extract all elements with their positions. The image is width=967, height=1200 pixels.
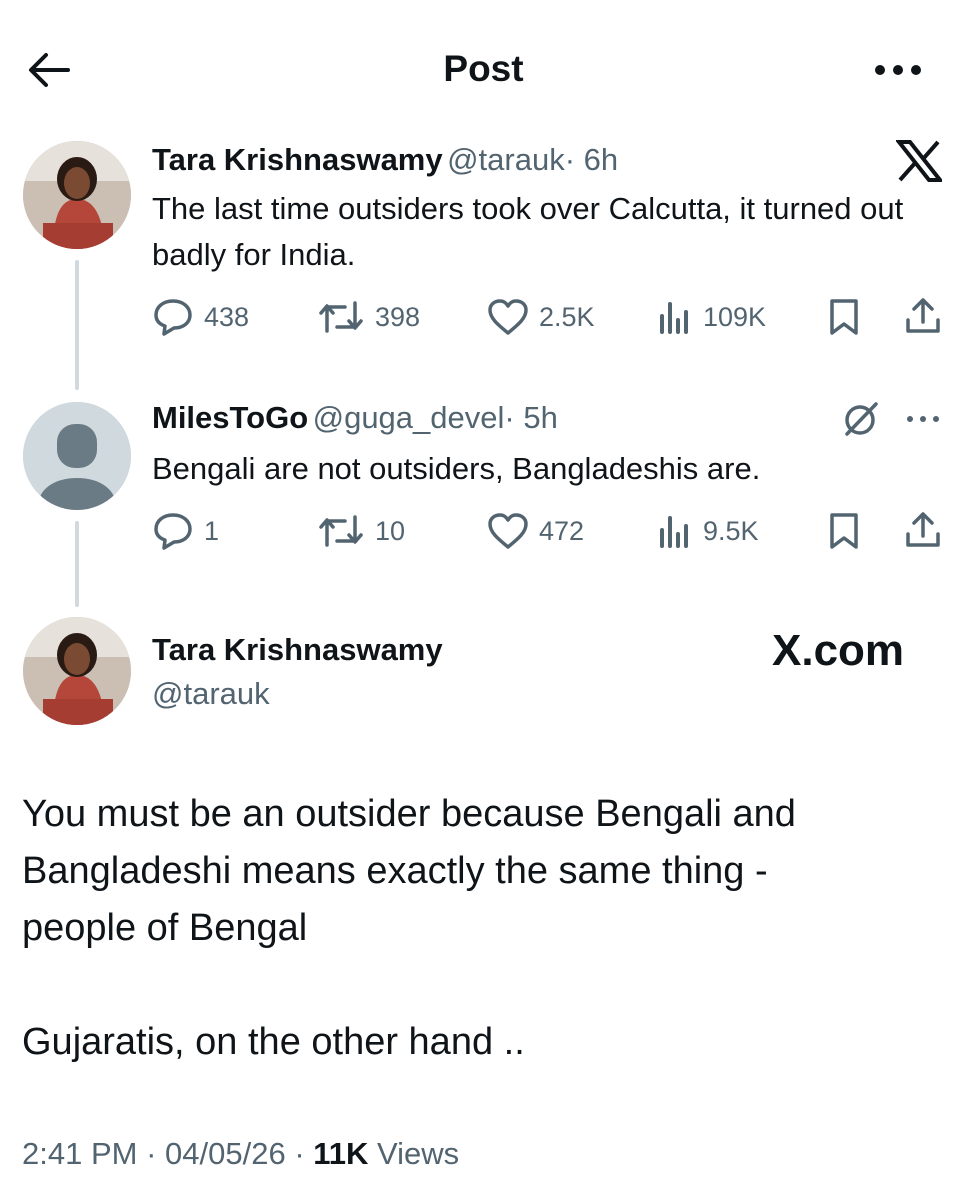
reply-icon [154,299,192,336]
more-horizontal-icon [875,65,921,75]
retweet-icon [319,515,363,547]
post-text: You must be an outsider because Bengali … [22,793,796,1063]
author-name[interactable]: MilesToGo [152,400,308,435]
reply-button[interactable]: 438 [152,298,249,336]
bookmark-button[interactable] [828,298,860,336]
action-bar: 1 10 472 9.5K [152,510,942,554]
retweet-count: 398 [375,301,421,332]
share-icon [906,512,940,547]
retweet-count: 10 [375,515,406,546]
more-horizontal-icon [907,416,939,422]
views-count: 9.5K [703,515,759,546]
heart-icon [488,513,528,549]
brand-logo: X.com [772,626,905,675]
post-text: The last time outsiders took over Calcut… [152,191,904,272]
retweet-button[interactable]: 398 [317,298,420,336]
heart-icon [488,299,528,335]
page-title: Post [443,48,524,89]
like-button[interactable]: 472 [487,512,584,550]
author-handle[interactable]: @tarauk [447,142,565,177]
thread-line [75,260,79,390]
views-count: 11K [313,1136,369,1171]
author-name[interactable]: Tara Krishnaswamy [152,632,443,668]
author-handle[interactable]: @guga_devel [313,400,505,435]
avatar[interactable] [23,617,131,725]
more-options-button[interactable] [904,412,942,426]
author-handle[interactable]: @tarauk [152,676,270,712]
reply-button[interactable]: 1 [152,512,219,550]
reply-count: 1 [204,515,220,546]
like-button[interactable]: 2.5K [487,298,595,336]
more-options-button[interactable] [872,58,924,82]
profile-photo-icon [23,141,131,249]
reply-icon [154,513,192,550]
post-time: · 5h [504,400,558,435]
views-count: 109K [703,301,767,332]
retweet-icon [319,301,363,333]
post-time: · 6h [564,142,619,177]
analytics-icon [660,302,688,334]
post-date: 04/05/26 [165,1136,286,1171]
views-button[interactable]: 9.5K [657,512,759,550]
action-bar: 438 398 2.5K 109K [152,296,942,340]
profile-photo-icon [23,617,131,725]
bookmark-icon [830,513,858,549]
like-count: 2.5K [539,301,595,332]
bookmark-button[interactable] [828,512,860,550]
retweet-button[interactable]: 10 [317,512,405,550]
post-text: Bengali are not outsiders, Bangladeshis … [152,451,761,486]
like-count: 472 [539,515,585,546]
post-time: 2:41 PM [22,1136,138,1171]
share-button[interactable] [904,296,942,336]
reply-count: 438 [204,301,250,332]
default-avatar-icon [23,402,131,510]
post-metadata: 2:41 PM · 04/05/26 · 11K Views [22,1136,460,1171]
grok-icon[interactable] [842,400,880,438]
views-button[interactable]: 109K [657,298,766,336]
share-button[interactable] [904,510,942,550]
views-label: Views [377,1136,460,1171]
share-icon [906,298,940,333]
avatar[interactable] [23,141,131,249]
analytics-icon [660,516,688,548]
author-name[interactable]: Tara Krishnaswamy [152,142,443,177]
x-logo-icon [894,140,945,182]
thread-line [75,521,79,607]
avatar[interactable] [23,402,131,510]
bookmark-icon [830,299,858,335]
